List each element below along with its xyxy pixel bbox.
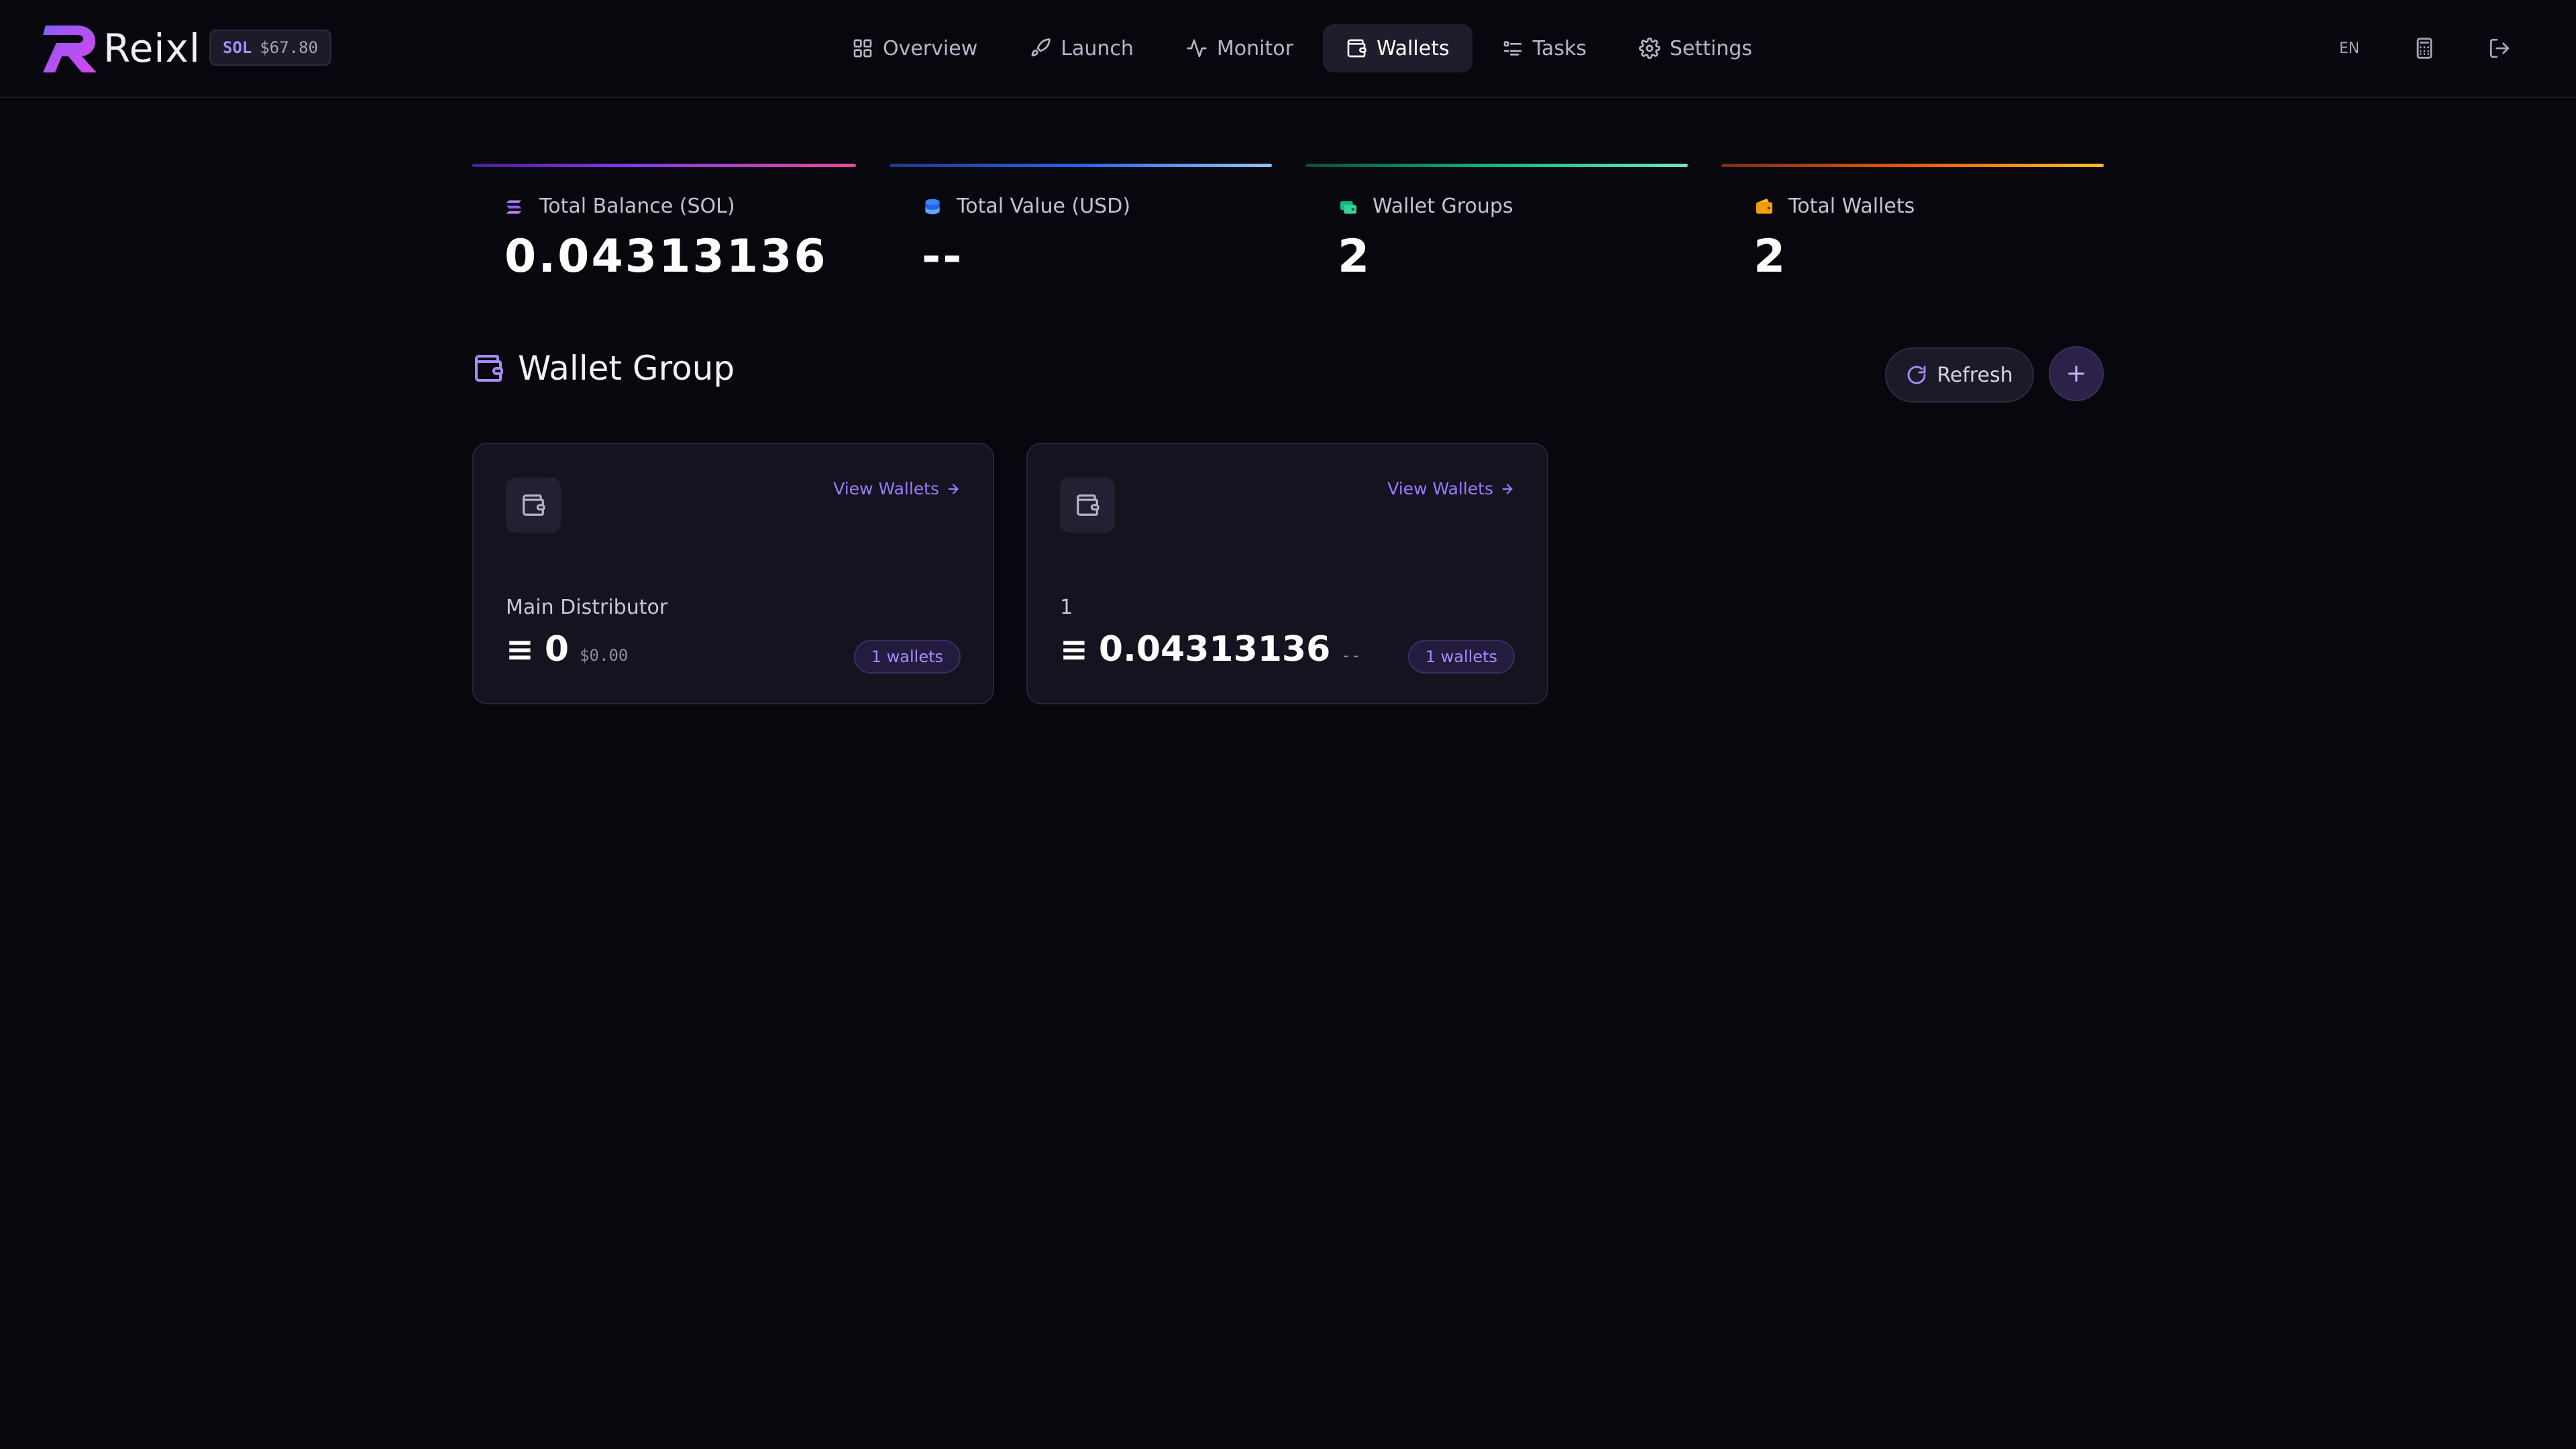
wallet-icon (475, 355, 503, 382)
wallet-group-card[interactable]: View Wallets 1 ≡ 0.04313136 -- 1 wallets (1026, 443, 1548, 704)
sol-price-label: SOL (223, 38, 252, 57)
view-wallets-link[interactable]: View Wallets (833, 479, 961, 498)
nav-tasks-label: Tasks (1532, 36, 1587, 60)
stat-value: 0.04313136 (504, 230, 828, 283)
stat-accent-bar (1305, 164, 1688, 167)
sol-symbol-icon: ≡ (1060, 630, 1088, 669)
grid-icon (853, 39, 872, 58)
stat-label: Wallet Groups (1373, 195, 1513, 218)
wallet-icon (1347, 39, 1366, 58)
nav-wallets[interactable]: Wallets (1322, 24, 1472, 72)
main-nav: Overview Launch Monitor Wallets Tasks Se… (829, 24, 1775, 72)
rocket-icon (1031, 38, 1051, 56)
nav-monitor-label: Monitor (1216, 36, 1293, 60)
stat-total-balance: Total Balance (SOL) 0.04313136 (472, 164, 856, 291)
stat-value: 2 (1754, 230, 1788, 283)
stat-accent-bar (1721, 164, 2104, 167)
activity-icon (1187, 39, 1207, 58)
stat-total-value: Total Value (USD) -- (890, 164, 1272, 291)
group-wallet-count-badge: 1 wallets (1407, 640, 1515, 674)
group-icon-box (1060, 478, 1115, 533)
nav-overview-label: Overview (883, 36, 978, 60)
sol-price-badge: SOL $67.80 (209, 30, 332, 66)
wallet-icon (1077, 494, 1099, 516)
nav-launch-label: Launch (1061, 36, 1134, 60)
groups-icon (1340, 201, 1356, 214)
logout-icon (2489, 38, 2510, 58)
stat-wallet-groups: Wallet Groups 2 (1305, 164, 1688, 291)
sol-price-value: $67.80 (260, 38, 319, 57)
wallet-icon (523, 494, 545, 516)
solana-icon (506, 200, 522, 214)
nav-monitor[interactable]: Monitor (1163, 24, 1316, 72)
view-wallets-link[interactable]: View Wallets (1387, 479, 1515, 498)
stat-accent-bar (472, 164, 856, 167)
header-actions: EN (2324, 24, 2525, 72)
nav-overview[interactable]: Overview (829, 24, 1000, 72)
app-name: Reixl (103, 25, 201, 71)
group-balance-usd: -- (1341, 646, 1361, 665)
nav-tasks[interactable]: Tasks (1479, 24, 1609, 72)
group-name: Main Distributor (506, 596, 668, 619)
group-balance: ≡ 0 $0.00 (506, 629, 628, 669)
view-wallets-label: View Wallets (1387, 479, 1493, 498)
app-logo[interactable]: Reixl (42, 23, 201, 74)
group-balance-amount: 0 (544, 629, 570, 669)
gear-icon (1639, 38, 1660, 59)
wallet-group-card[interactable]: View Wallets Main Distributor ≡ 0 $0.00 … (472, 443, 994, 704)
stat-accent-bar (890, 164, 1272, 167)
nav-wallets-label: Wallets (1376, 36, 1450, 60)
language-toggle[interactable]: EN (2324, 24, 2375, 72)
stat-label: Total Wallets (1788, 195, 1915, 218)
stat-total-wallets: Total Wallets 2 (1721, 164, 2104, 291)
group-icon-box (506, 478, 561, 533)
plus-icon (2068, 366, 2084, 382)
stat-value: -- (922, 230, 964, 283)
refresh-icon (1907, 366, 1926, 384)
coins-icon (925, 199, 940, 214)
stat-label: Total Value (USD) (957, 195, 1131, 218)
refresh-label: Refresh (1937, 363, 2013, 387)
refresh-button[interactable]: Refresh (1885, 347, 2034, 402)
wallet-icon (1756, 198, 1772, 214)
view-wallets-label: View Wallets (833, 479, 939, 498)
group-balance-amount: 0.04313136 (1098, 629, 1331, 669)
logout-button[interactable] (2474, 24, 2525, 72)
stats-row: Total Balance (SOL) 0.04313136 Total Val… (472, 164, 2104, 291)
nav-launch[interactable]: Launch (1007, 24, 1157, 72)
nav-settings[interactable]: Settings (1616, 24, 1775, 72)
arrow-right-icon (1502, 483, 1513, 494)
section-title: Wallet Group (472, 349, 735, 388)
add-group-button[interactable] (2049, 346, 2104, 401)
calculator-icon (2416, 38, 2432, 59)
reixl-logo-icon (43, 25, 97, 72)
section-title-text: Wallet Group (518, 349, 735, 388)
group-balance: ≡ 0.04313136 -- (1060, 629, 1360, 669)
list-icon (1503, 41, 1521, 56)
top-header: Reixl SOL $67.80 Overview Launch Monitor… (0, 0, 2576, 98)
group-wallet-count-badge: 1 wallets (853, 640, 961, 674)
arrow-right-icon (948, 483, 959, 494)
nav-settings-label: Settings (1669, 36, 1753, 60)
stat-label: Total Balance (SOL) (539, 195, 735, 218)
calculator-button[interactable] (2399, 24, 2450, 72)
sol-symbol-icon: ≡ (506, 630, 534, 669)
group-balance-usd: $0.00 (580, 646, 629, 665)
stat-value: 2 (1338, 230, 1372, 283)
group-name: 1 (1060, 596, 1073, 619)
